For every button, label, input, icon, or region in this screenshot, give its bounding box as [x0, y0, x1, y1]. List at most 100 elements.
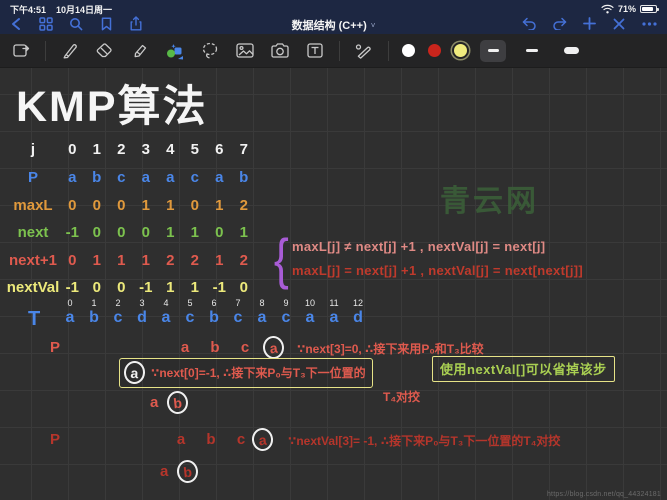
image-icon[interactable] [234, 40, 256, 62]
t-letter: a [257, 309, 267, 326]
share-icon[interactable] [128, 16, 144, 32]
t-index: 8 [259, 298, 265, 308]
table-cell: 0 [117, 279, 126, 296]
table-cell: b [239, 169, 249, 186]
toolbar-divider [388, 40, 389, 61]
t-row-label: T [28, 308, 41, 330]
battery-icon [640, 5, 659, 13]
t-letter: d [353, 309, 363, 326]
row-label: P [27, 169, 38, 186]
table-cell: 0 [92, 279, 101, 296]
table-row-next-plus-1: next+1 01112212 [6, 252, 256, 269]
table-cell: 0 [117, 224, 126, 241]
toolbar-divider [45, 40, 46, 61]
table-cell: 0 [68, 141, 77, 158]
match2-sub-letters: a b [160, 458, 200, 485]
table-row-next: next -1 0 0 0 1 1 0 1 [6, 224, 256, 241]
table-cell: 0 [68, 252, 77, 269]
table-cell: 2 [166, 252, 175, 269]
match1b-sub-letters: a b [150, 389, 190, 416]
match2-circled-letter: a [250, 426, 275, 453]
add-page-icon[interactable] [581, 16, 597, 32]
p-letter: c [240, 339, 250, 356]
table-row-j: j 01234567 [6, 141, 256, 158]
t-index: 11 [329, 298, 339, 308]
search-icon[interactable] [68, 16, 84, 32]
p-letter: b [206, 431, 216, 448]
table-cell: a [141, 169, 150, 186]
match1b-note: ∵next[0]=-1, ∴接下来P₀与T₃下一位置的 [151, 366, 366, 380]
t-letter: b [209, 309, 219, 326]
match1b-yellow-box: a ∵next[0]=-1, ∴接下来P₀与T₃下一位置的 [119, 358, 373, 388]
top-bar: 下午4:51 10月14日周一 71% 数据结构 (C++) ˅ [0, 0, 667, 34]
p-letter: a [176, 431, 186, 448]
t-index: 4 [163, 298, 169, 308]
table-cell: 0 [215, 224, 224, 241]
camera-icon[interactable] [269, 40, 291, 62]
lasso-icon[interactable] [199, 40, 221, 62]
table-cell: a [215, 169, 224, 186]
highlighter-icon[interactable] [129, 40, 151, 62]
t-index: 12 [352, 298, 363, 308]
table-cell: 1 [215, 252, 224, 269]
match1-circled-letter: a [261, 334, 286, 361]
row-label: next [17, 224, 49, 241]
table-cell: 1 [92, 252, 101, 269]
table-row-nextval: nextVal -1 0 0 -1 1 1 -1 0 [6, 279, 256, 296]
stroke-width-medium[interactable] [519, 40, 545, 62]
ipad-screen: 下午4:51 10月14日周一 71% 数据结构 (C++) ˅ KMP算法 j… [0, 0, 667, 500]
t-row-indices: 0 1 2 3 4 5 6 7 8 9 10 11 12 [58, 298, 370, 308]
t-index: 1 [91, 298, 97, 308]
table-cell: 6 [215, 141, 224, 158]
stroke-width-thin[interactable] [480, 39, 506, 62]
laser-pointer-icon[interactable] [353, 40, 375, 62]
t-letter: a [65, 309, 75, 326]
page-template-icon[interactable] [10, 40, 32, 62]
pen-icon[interactable] [59, 40, 81, 62]
match2-note: ∵nextVal[3]= -1, ∴接下来P₀与T₃下一位置的T₄对挍 [288, 434, 561, 448]
table-cell: a [68, 169, 77, 186]
table-cell: 1 [92, 141, 101, 158]
t-letter: c [233, 309, 243, 326]
more-icon[interactable] [641, 16, 657, 32]
shapes-icon[interactable] [164, 40, 186, 62]
row-label: maxL [13, 197, 53, 214]
undo-icon[interactable] [521, 16, 537, 32]
table-cell: 0 [141, 224, 150, 241]
match1b-note2: T₄对挍 [383, 390, 421, 404]
note-canvas[interactable]: KMP算法 j 01234567 P abcaacab maxL 0001101… [0, 68, 667, 500]
table-cell: 1 [190, 224, 199, 241]
stroke-width-thick[interactable] [558, 40, 584, 62]
ink-color-white[interactable] [402, 44, 415, 57]
bookmark-icon[interactable] [98, 16, 114, 32]
p-letter: a [180, 339, 190, 356]
row-label: j [30, 141, 36, 158]
table-cell: 1 [166, 279, 175, 296]
close-icon[interactable] [611, 16, 627, 32]
table-cell: 2 [239, 197, 248, 214]
table-cell: b [92, 169, 102, 186]
eraser-icon[interactable] [94, 40, 116, 62]
match1-p-label: P [50, 339, 61, 356]
t-index: 10 [304, 298, 315, 308]
redo-icon[interactable] [551, 16, 567, 32]
back-icon[interactable] [8, 16, 24, 32]
p-letter: a [150, 394, 159, 411]
grid-view-icon[interactable] [38, 16, 54, 32]
formula-line-1: maxL[j] ≠ next[j] +1 , nextVal[j] = next… [292, 239, 546, 254]
text-icon[interactable] [304, 40, 326, 62]
match1b-circled-letter: a [123, 360, 146, 385]
table-cell: 1 [239, 224, 248, 241]
table-cell: 3 [141, 141, 150, 158]
table-cell: 1 [117, 252, 126, 269]
ink-color-yellow[interactable] [454, 44, 467, 57]
document-title[interactable]: 数据结构 (C++) ˅ [292, 17, 376, 33]
table-cell: 4 [166, 141, 175, 158]
table-cell: c [117, 169, 126, 186]
t-index: 6 [211, 298, 217, 308]
t-letter: c [281, 309, 291, 326]
ink-color-red[interactable] [428, 44, 441, 57]
table-cell: 0 [92, 224, 101, 241]
table-cell: -1 [65, 224, 79, 241]
table-cell: 2 [117, 141, 126, 158]
